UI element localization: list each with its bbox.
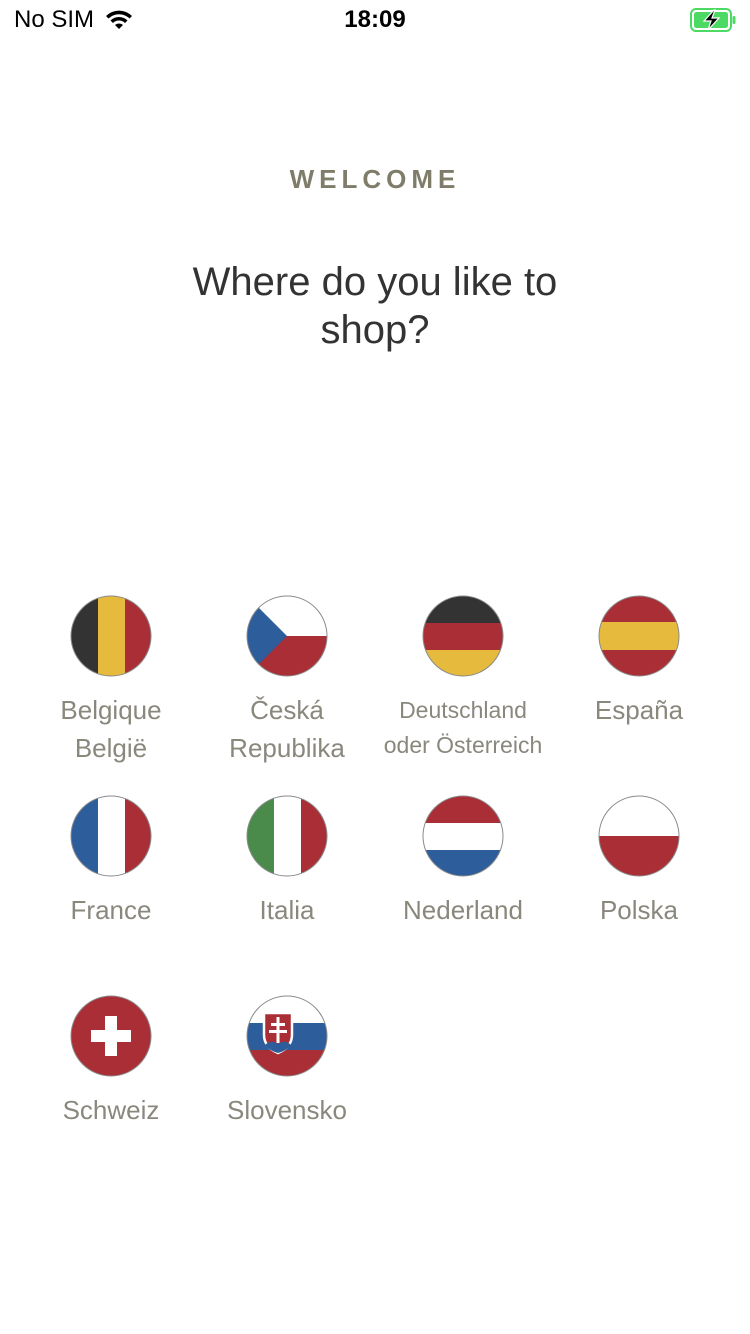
country-label: Schweiz: [62, 1095, 160, 1125]
country-label: Belgique België: [60, 695, 162, 763]
country-label: Italia: [259, 895, 315, 925]
country-switzerland[interactable]: Schweiz: [23, 995, 199, 1195]
spain-flag-icon: [598, 595, 680, 677]
welcome-label: WELCOME: [289, 164, 461, 194]
country-spain[interactable]: España: [551, 595, 727, 795]
country-label: France: [70, 895, 152, 925]
battery-charging-icon: [690, 8, 736, 32]
country-slovakia[interactable]: Slovensko: [199, 995, 375, 1195]
country-label: Polska: [599, 895, 679, 925]
country-belgium[interactable]: Belgique België: [23, 595, 199, 795]
france-flag-icon: [70, 795, 152, 877]
italy-flag-icon: [246, 795, 328, 877]
page-title: Where do you like to shop?: [192, 260, 558, 352]
country-label: España: [594, 695, 684, 725]
czech-flag-icon: [246, 595, 328, 677]
country-netherlands[interactable]: Nederland: [375, 795, 551, 995]
country-poland[interactable]: Polska: [551, 795, 727, 995]
switzerland-flag-icon: [70, 995, 152, 1077]
germany-flag-icon: [422, 595, 504, 677]
netherlands-flag-icon: [422, 795, 504, 877]
country-france[interactable]: France: [23, 795, 199, 995]
clock: 18:09: [344, 6, 406, 33]
country-label: Nederland: [403, 895, 523, 925]
country-italy[interactable]: Italia: [199, 795, 375, 995]
country-germany-austria[interactable]: Deutschland oder Österreich: [375, 595, 551, 795]
country-label: Česká Republika: [229, 695, 345, 763]
belgium-flag-icon: [70, 595, 152, 677]
status-bar: No SIM 18:09: [0, 0, 750, 40]
country-grid: Belgique België Česká Republika Deutschl…: [23, 595, 727, 1195]
poland-flag-icon: [598, 795, 680, 877]
country-czech-republic[interactable]: Česká Republika: [199, 595, 375, 795]
country-label: Deutschland oder Österreich: [383, 697, 543, 758]
country-label: Slovensko: [227, 1095, 347, 1125]
slovakia-flag-icon: [246, 995, 328, 1077]
